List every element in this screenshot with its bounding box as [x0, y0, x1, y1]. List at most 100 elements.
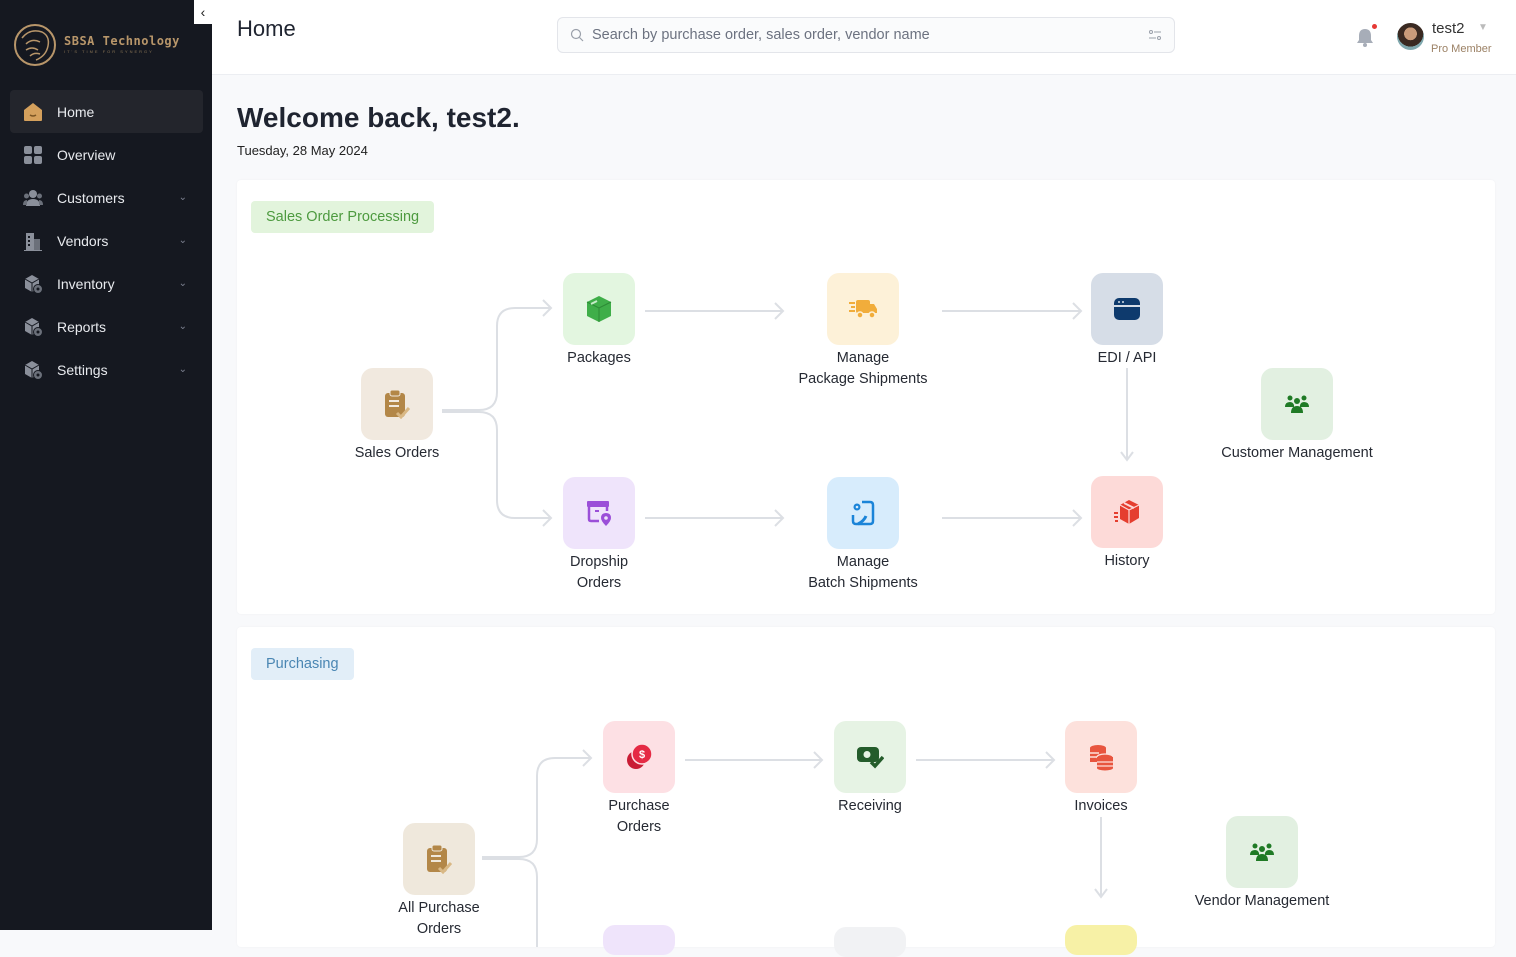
node-vendor-management[interactable]: Vendor Management	[1172, 816, 1352, 912]
sidebar-item-label: Inventory	[57, 275, 115, 292]
brand-name: SBSA Technology	[64, 34, 180, 48]
node-label: Purchase Orders	[608, 796, 669, 838]
node-label: All Purchase Orders	[398, 898, 479, 940]
box-icon-tile	[1261, 368, 1333, 440]
box-icon-tile	[1065, 721, 1137, 793]
sales-order-processing-card: Sales Order Processing Sales Orders Pack…	[237, 180, 1495, 614]
label-line: Orders	[616, 819, 662, 835]
node-label: Dropship Orders	[570, 552, 628, 594]
node-label: Manage Batch Shipments	[808, 552, 918, 594]
sidebar-item-overview[interactable]: Overview	[10, 133, 203, 176]
clipboard-check-icon	[385, 389, 410, 419]
chevron-down-icon: ⌄	[178, 235, 187, 246]
search-icon	[570, 28, 584, 42]
box-icon-tile	[827, 477, 899, 549]
sidebar-item-label: Settings	[57, 361, 108, 378]
node-receiving[interactable]: Receiving	[780, 721, 960, 817]
node-invoices[interactable]: Invoices	[1011, 721, 1191, 817]
users-group-icon	[1250, 843, 1274, 861]
users-group-icon	[1285, 395, 1309, 413]
avatar[interactable]	[1397, 23, 1424, 50]
package-history-icon	[1114, 500, 1140, 524]
chevron-down-icon: ⌄	[178, 278, 187, 289]
node-label: Packages	[567, 350, 631, 366]
sidebar-item-label: Overview	[57, 146, 116, 163]
package-icon	[586, 296, 612, 322]
label-line: Package Shipments	[798, 371, 928, 387]
node-all-purchase-orders[interactable]: All Purchase Orders	[349, 823, 529, 940]
box-gear-icon	[22, 359, 43, 380]
fast-truck-icon	[849, 300, 877, 319]
home-icon	[22, 101, 43, 122]
label-line: Dropship	[569, 554, 629, 570]
money-check-icon	[857, 747, 884, 769]
node-edi-api[interactable]: EDI / API	[1037, 273, 1217, 369]
box-icon-tile	[1226, 816, 1298, 888]
notifications-button[interactable]	[1356, 24, 1377, 52]
node-label: EDI / API	[1097, 350, 1157, 366]
connector	[1120, 368, 1134, 462]
search-bar[interactable]	[557, 17, 1175, 53]
chevron-down-icon: ⌄	[178, 321, 187, 332]
box-icon-tile	[361, 368, 433, 440]
section-tag: Sales Order Processing	[251, 201, 435, 233]
label-line: Manage	[836, 554, 890, 570]
node-purchase-orders[interactable]: $ Purchase Orders	[549, 721, 729, 838]
label-line: Purchase	[608, 798, 670, 814]
label-line: Manage	[836, 350, 890, 366]
batch-gear-icon	[851, 500, 875, 526]
chevron-left-icon: ‹	[200, 4, 206, 20]
node-manage-package-shipments[interactable]: Manage Package Shipments	[773, 273, 953, 390]
node-label: Manage Package Shipments	[799, 348, 928, 390]
current-date: Tuesday, 28 May 2024	[237, 143, 368, 158]
label-line: Orders	[576, 575, 622, 591]
node-sales-orders[interactable]: Sales Orders	[307, 368, 487, 464]
label-line: Batch Shipments	[808, 575, 918, 591]
sidebar-item-vendors[interactable]: Vendors ⌄	[10, 219, 203, 262]
filter-icon[interactable]	[1148, 29, 1162, 41]
box-location-icon	[587, 501, 611, 526]
label-line: All Purchase	[398, 900, 480, 916]
node-customer-management[interactable]: Customer Management	[1207, 368, 1387, 464]
box-icon-tile	[827, 273, 899, 345]
sidebar-item-reports[interactable]: Reports ⌄	[10, 305, 203, 348]
brand-logo[interactable]: SBSA Technology IT'S TIME FOR SYNERGY	[12, 20, 180, 68]
node-label: Customer Management	[1221, 445, 1373, 461]
user-role: Pro Member	[1431, 43, 1492, 55]
box-icon-tile	[563, 477, 635, 549]
search-input[interactable]	[592, 27, 1148, 43]
box-icon-tile	[403, 823, 475, 895]
box-gear-icon	[22, 273, 43, 294]
node-history[interactable]: History	[1037, 476, 1217, 572]
sidebar-item-customers[interactable]: Customers ⌄	[10, 176, 203, 219]
sidebar-item-inventory[interactable]: Inventory ⌄	[10, 262, 203, 305]
node-packages[interactable]: Packages	[509, 273, 689, 369]
caret-down-icon[interactable]: ▼	[1478, 22, 1488, 33]
collapse-sidebar-button[interactable]: ‹	[194, 0, 212, 24]
svg-text:$: $	[639, 749, 645, 761]
label-line: Orders	[416, 921, 462, 937]
sidebar-item-home[interactable]: Home	[10, 90, 203, 133]
node-manage-batch-shipments[interactable]: Manage Batch Shipments	[773, 477, 953, 594]
sidebar: SBSA Technology IT'S TIME FOR SYNERGY ‹ …	[0, 0, 212, 930]
purchasing-card: Purchasing All Purchase Orders $ Purchase…	[237, 627, 1495, 957]
node-dropship-orders[interactable]: Dropship Orders	[509, 477, 689, 594]
users-icon	[22, 187, 43, 208]
clipboard-check-icon	[427, 844, 452, 874]
page-title: Home	[237, 16, 296, 41]
connector	[1094, 817, 1108, 899]
sidebar-item-settings[interactable]: Settings ⌄	[10, 348, 203, 391]
node-tile-partial[interactable]	[834, 927, 906, 957]
node-label: Invoices	[1074, 798, 1128, 814]
box-gear-icon	[22, 316, 43, 337]
brand-tagline: IT'S TIME FOR SYNERGY	[64, 49, 154, 54]
user-name[interactable]: test2	[1432, 20, 1465, 37]
top-bar: Home test2 ▼ Pro Member	[212, 0, 1516, 75]
node-label: History	[1104, 553, 1150, 569]
node-label: Receiving	[838, 798, 902, 814]
box-icon-tile	[834, 721, 906, 793]
coins-dollar-icon: $	[627, 743, 653, 769]
sidebar-item-label: Vendors	[57, 232, 109, 249]
chevron-down-icon: ⌄	[178, 192, 187, 203]
sidebar-item-label: Home	[57, 103, 95, 120]
